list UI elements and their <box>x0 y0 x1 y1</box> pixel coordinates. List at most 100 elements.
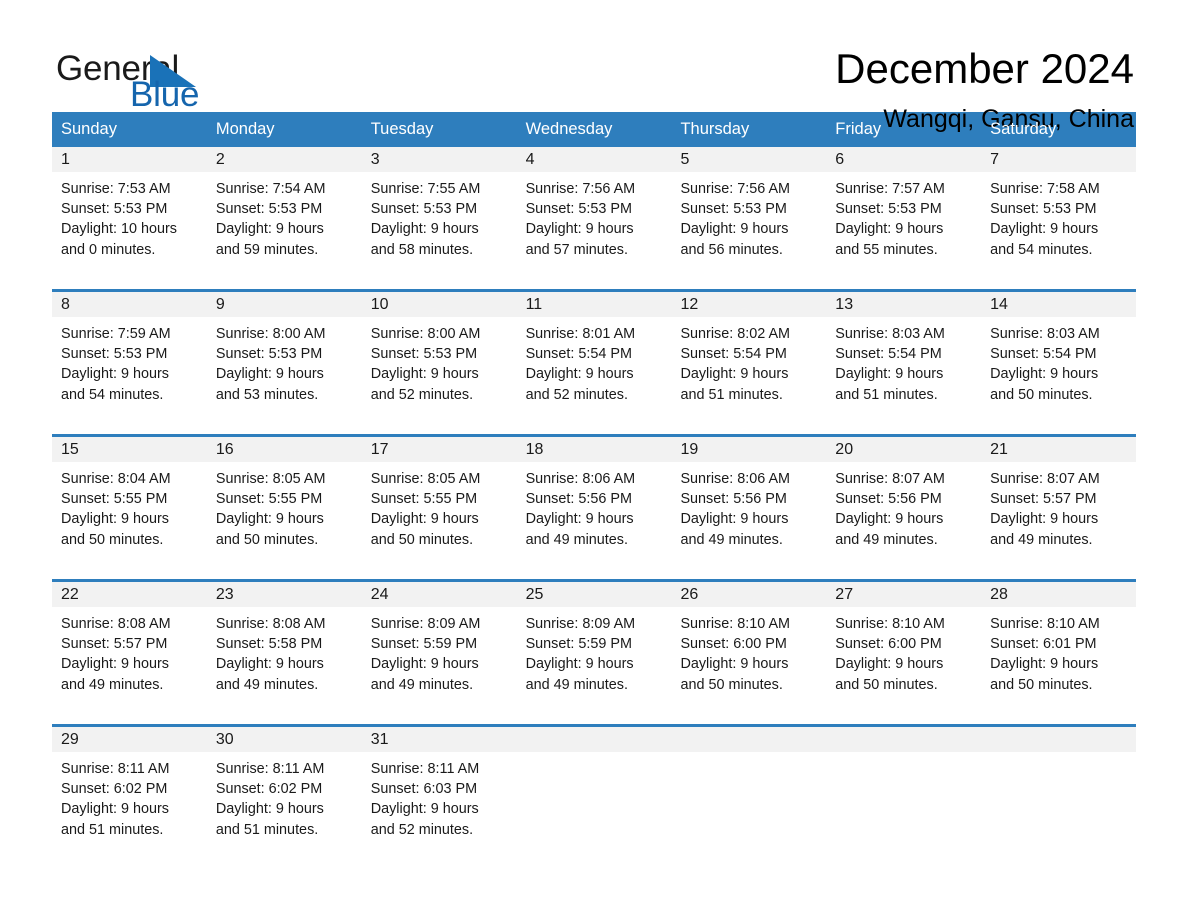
day-sun-info: Sunrise: 7:57 AM Sunset: 5:53 PM Daylight:… <box>826 172 981 260</box>
day-sun-info: Sunrise: 8:11 AM Sunset: 6:02 PM Daylight:… <box>52 752 207 840</box>
calendar-day-cell[interactable]: 20 Sunrise: 8:07 AM Sunset: 5:56 PM Dayligh… <box>826 437 982 562</box>
calendar-day-cell[interactable]: 1 Sunrise: 7:53 AM Sunset: 5:53 PM Daylight… <box>52 147 207 272</box>
calendar-day-cell[interactable]: 12 Sunrise: 8:02 AM Sunset: 5:54 PM Dayligh… <box>671 292 827 417</box>
day-daylight-line2-text: and 49 minutes. <box>525 531 628 548</box>
day-sunset-text: Sunset: 5:55 PM <box>370 491 478 508</box>
calendar-day-cell[interactable]: 27 Sunrise: 8:10 AM Sunset: 6:00 PM Dayligh… <box>826 582 982 707</box>
calendar-day-cell[interactable]: 11 Sunrise: 8:01 AM Sunset: 5:54 PM Dayligh… <box>516 292 672 417</box>
day-number <box>826 727 982 752</box>
calendar-day-cell[interactable]: 30 Sunrise: 8:11 AM Sunset: 6:02 PM Dayligh… <box>206 727 362 852</box>
day-daylight-line2-text: and 50 minutes. <box>370 531 474 548</box>
day-daylight-line1-text: Daylight: 9 hours <box>61 366 169 383</box>
weekday-header-thursday: Thursday <box>680 120 750 138</box>
day-sun-info: Sunrise: 8:03 AM Sunset: 5:54 PM Daylight:… <box>826 317 981 405</box>
day-daylight-line1-text: Daylight: 9 hours <box>370 366 479 383</box>
calendar-day-cell[interactable]: 26 Sunrise: 8:10 AM Sunset: 6:00 PM Dayligh… <box>671 582 827 707</box>
day-number: 13 <box>826 292 982 317</box>
calendar-day-cell[interactable]: 5 Sunrise: 7:56 AM Sunset: 5:53 PM Daylight… <box>671 147 827 272</box>
day-sun-info: Sunrise: 7:56 AM Sunset: 5:53 PM Daylight:… <box>517 172 672 260</box>
calendar-day-cell[interactable]: 8 Sunrise: 7:59 AM Sunset: 5:53 PM Daylight… <box>52 292 207 417</box>
calendar-day-cell[interactable]: 18 Sunrise: 8:06 AM Sunset: 5:56 PM Dayligh… <box>516 437 672 562</box>
calendar-day-cell-empty <box>671 727 827 852</box>
day-daylight-line2-text: and 51 minutes. <box>680 386 783 403</box>
page-header: General Blue December 2024 Wangqi, Gansu… <box>0 0 1188 133</box>
day-daylight-line2-text: and 52 minutes. <box>370 386 474 403</box>
day-number <box>981 727 1137 752</box>
day-number: 7 <box>981 147 1137 172</box>
calendar-day-cell[interactable]: 7 Sunrise: 7:58 AM Sunset: 5:53 PM Daylight… <box>981 147 1137 272</box>
day-sunrise-text: Sunrise: 8:05 AM <box>370 471 481 487</box>
day-sun-info: Sunrise: 8:06 AM Sunset: 5:56 PM Daylight:… <box>517 462 672 550</box>
calendar-day-cell[interactable]: 15 Sunrise: 8:04 AM Sunset: 5:55 PM Dayligh… <box>52 437 207 562</box>
day-number: 23 <box>206 582 362 607</box>
weekday-header-monday: Monday <box>215 120 275 138</box>
calendar-day-cell-empty <box>516 727 672 852</box>
day-number: 9 <box>206 292 362 317</box>
calendar-week-row: 15 Sunrise: 8:04 AM Sunset: 5:55 PM Dayligh… <box>52 434 1137 562</box>
calendar-day-cell[interactable]: 2 Sunrise: 7:54 AM Sunset: 5:53 PM Daylight… <box>206 147 362 272</box>
day-sun-info: Sunrise: 8:03 AM Sunset: 5:54 PM Daylight:… <box>981 317 1136 405</box>
day-number: 19 <box>671 437 827 462</box>
day-daylight-line1-text: Daylight: 9 hours <box>370 656 479 673</box>
day-daylight-line2-text: and 50 minutes. <box>215 531 319 548</box>
calendar-day-cell[interactable]: 16 Sunrise: 8:05 AM Sunset: 5:55 PM Dayligh… <box>206 437 362 562</box>
day-daylight-line1-text: Daylight: 9 hours <box>990 511 1099 528</box>
day-number: 8 <box>52 292 207 317</box>
weekday-header-tuesday: Tuesday <box>370 120 434 138</box>
calendar-day-cell[interactable]: 14 Sunrise: 8:03 AM Sunset: 5:54 PM Dayligh… <box>981 292 1137 417</box>
calendar-day-cell[interactable]: 23 Sunrise: 8:08 AM Sunset: 5:58 PM Dayligh… <box>206 582 362 707</box>
calendar-day-cell[interactable]: 29 Sunrise: 8:11 AM Sunset: 6:02 PM Dayligh… <box>52 727 207 852</box>
day-number: 28 <box>981 582 1137 607</box>
day-number: 17 <box>361 437 517 462</box>
calendar-day-cell[interactable]: 4 Sunrise: 7:56 AM Sunset: 5:53 PM Daylight… <box>516 147 672 272</box>
day-sun-info: Sunrise: 8:07 AM Sunset: 5:56 PM Daylight:… <box>826 462 981 550</box>
calendar-day-cell[interactable]: 31 Sunrise: 8:11 AM Sunset: 6:03 PM Dayligh… <box>361 727 517 852</box>
day-sunrise-text: Sunrise: 8:09 AM <box>525 616 636 632</box>
day-daylight-line1-text: Daylight: 9 hours <box>990 221 1099 238</box>
day-daylight-line1-text: Daylight: 9 hours <box>370 221 479 238</box>
calendar-day-cell[interactable]: 10 Sunrise: 8:00 AM Sunset: 5:53 PM Dayligh… <box>361 292 517 417</box>
calendar-day-cell[interactable]: 17 Sunrise: 8:05 AM Sunset: 5:55 PM Dayligh… <box>361 437 517 562</box>
day-sunset-text: Sunset: 5:55 PM <box>215 491 323 508</box>
calendar-day-cell[interactable]: 3 Sunrise: 7:55 AM Sunset: 5:53 PM Daylight… <box>361 147 517 272</box>
day-number: 22 <box>52 582 207 607</box>
day-sunset-text: Sunset: 6:01 PM <box>990 636 1097 653</box>
calendar-day-cell[interactable]: 22 Sunrise: 8:08 AM Sunset: 5:57 PM Dayligh… <box>52 582 207 707</box>
day-sunrise-text: Sunrise: 7:59 AM <box>61 326 171 342</box>
general-blue-logo[interactable]: General Blue <box>52 44 312 114</box>
calendar-day-cell[interactable]: 6 Sunrise: 7:57 AM Sunset: 5:53 PM Daylight… <box>826 147 982 272</box>
calendar-day-cell[interactable]: 28 Sunrise: 8:10 AM Sunset: 6:01 PM Dayligh… <box>981 582 1137 707</box>
calendar-day-cell[interactable]: 21 Sunrise: 8:07 AM Sunset: 5:57 PM Dayligh… <box>981 437 1137 562</box>
day-daylight-line2-text: and 50 minutes. <box>680 676 783 693</box>
day-daylight-line2-text: and 50 minutes. <box>990 676 1093 693</box>
calendar-day-cell[interactable]: 24 Sunrise: 8:09 AM Sunset: 5:59 PM Dayligh… <box>361 582 517 707</box>
day-daylight-line2-text: and 52 minutes. <box>525 386 628 403</box>
day-daylight-line2-text: and 53 minutes. <box>215 386 319 403</box>
day-number: 26 <box>671 582 827 607</box>
day-sun-info: Sunrise: 8:00 AM Sunset: 5:53 PM Daylight:… <box>362 317 517 405</box>
calendar-day-cell[interactable]: 25 Sunrise: 8:09 AM Sunset: 5:59 PM Dayligh… <box>516 582 672 707</box>
day-daylight-line2-text: and 55 minutes. <box>835 241 938 258</box>
day-sun-info: Sunrise: 7:56 AM Sunset: 5:53 PM Daylight:… <box>671 172 826 260</box>
day-daylight-line2-text: and 59 minutes. <box>215 241 319 258</box>
calendar-day-cell[interactable]: 13 Sunrise: 8:03 AM Sunset: 5:54 PM Dayligh… <box>826 292 982 417</box>
day-sunset-text: Sunset: 5:53 PM <box>61 346 168 363</box>
day-daylight-line2-text: and 49 minutes. <box>990 531 1093 548</box>
day-sunrise-text: Sunrise: 8:10 AM <box>990 616 1100 632</box>
page-title: December 2024 <box>835 45 1134 92</box>
day-sunset-text: Sunset: 5:59 PM <box>525 636 632 653</box>
day-number: 25 <box>516 582 672 607</box>
calendar-day-cell[interactable]: 19 Sunrise: 8:06 AM Sunset: 5:56 PM Dayligh… <box>671 437 827 562</box>
day-daylight-line1-text: Daylight: 9 hours <box>525 366 634 383</box>
calendar-day-cell-empty <box>981 727 1137 852</box>
day-daylight-line1-text: Daylight: 9 hours <box>61 801 169 818</box>
day-daylight-line1-text: Daylight: 9 hours <box>680 366 789 383</box>
calendar-day-cell[interactable]: 9 Sunrise: 8:00 AM Sunset: 5:53 PM Daylight… <box>206 292 362 417</box>
day-sunset-text: Sunset: 5:53 PM <box>215 201 323 218</box>
day-daylight-line2-text: and 50 minutes. <box>61 531 164 548</box>
day-sunrise-text: Sunrise: 8:00 AM <box>370 326 481 342</box>
day-sunset-text: Sunset: 5:54 PM <box>525 346 632 363</box>
day-daylight-line1-text: Daylight: 9 hours <box>370 511 479 528</box>
day-daylight-line1-text: Daylight: 9 hours <box>215 656 324 673</box>
day-daylight-line2-text: and 54 minutes. <box>61 386 164 403</box>
